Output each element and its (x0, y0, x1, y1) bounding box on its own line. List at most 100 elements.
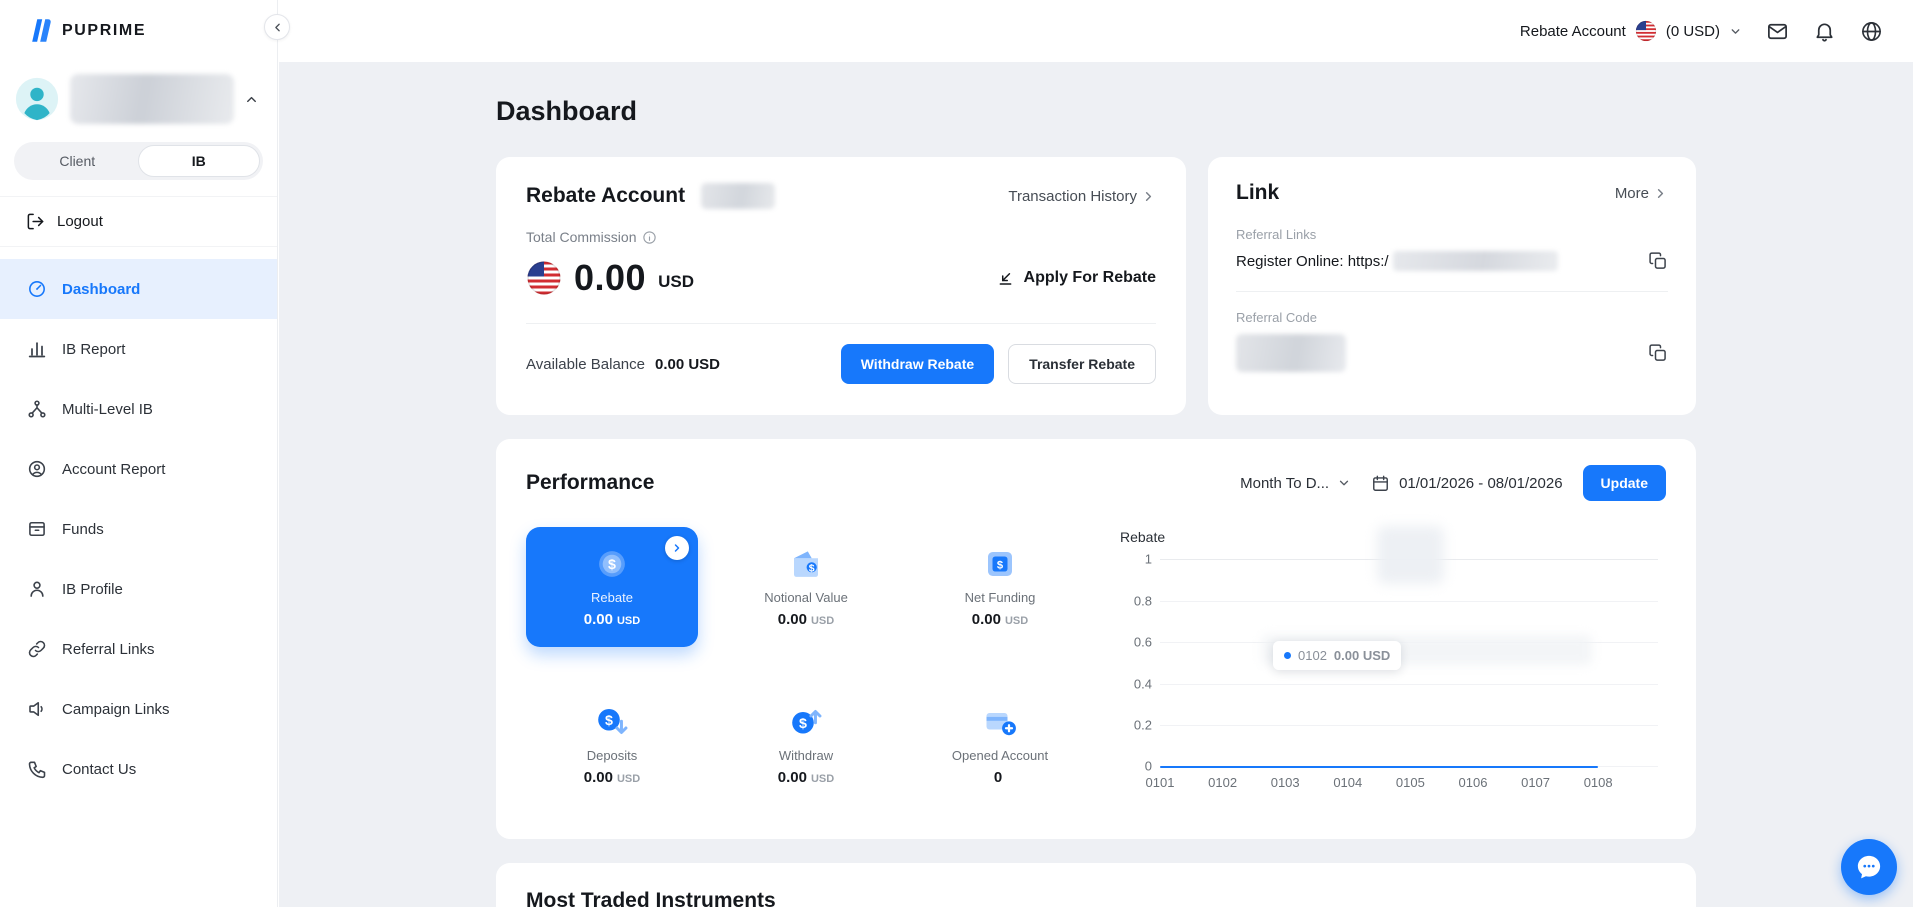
metric-notional-value[interactable]: $ Notional Value 0.00USD (720, 527, 892, 647)
referral-code-redacted (1236, 334, 1346, 372)
update-button[interactable]: Update (1583, 465, 1666, 501)
sidebar-item-label: Dashboard (62, 281, 140, 298)
calendar-icon (1371, 474, 1390, 493)
tooltip-value: 0.00 USD (1334, 648, 1390, 663)
x-tick: 0106 (1458, 775, 1488, 790)
sidebar-item-label: Campaign Links (62, 701, 170, 718)
chevron-right-icon (671, 542, 683, 554)
available-balance-label: Available Balance (526, 356, 645, 373)
y-tick: 0.6 (1120, 635, 1152, 650)
metric-label: Withdraw (779, 748, 833, 763)
metric-label: Opened Account (952, 748, 1048, 763)
period-select[interactable]: Month To D... (1240, 475, 1351, 492)
metric-arrow-button[interactable] (665, 536, 689, 560)
client-ib-toggle: Client IB (14, 142, 263, 180)
sidebar-item-label: Account Report (62, 461, 165, 478)
phone-icon (27, 759, 47, 779)
sidebar-item-label: IB Profile (62, 581, 123, 598)
most-traded-title: Most Traded Instruments (526, 889, 776, 907)
metrics-grid: $ Rebate 0.00USD $ Notional Value 0.00US… (526, 527, 1086, 817)
sidebar-item-funds[interactable]: Funds (0, 499, 277, 559)
referral-url-redacted (1393, 251, 1558, 271)
transfer-rebate-button[interactable]: Transfer Rebate (1008, 344, 1156, 384)
person-icon (27, 579, 47, 599)
chat-button[interactable] (1841, 839, 1897, 895)
metric-unit: USD (811, 615, 834, 627)
net-funding-icon: $ (982, 546, 1018, 582)
dashboard-gauge-icon (27, 279, 47, 299)
funds-box-icon (27, 519, 47, 539)
globe-icon[interactable] (1860, 20, 1883, 43)
divider (1236, 291, 1668, 292)
profile-name-redacted (70, 74, 234, 124)
metric-rebate[interactable]: $ Rebate 0.00USD (526, 527, 698, 647)
chevron-down-icon (1337, 476, 1351, 490)
metric-deposits[interactable]: $ Deposits 0.00USD (526, 685, 698, 805)
topbar: Rebate Account (0 USD) (279, 0, 1913, 62)
sidebar-item-label: Contact Us (62, 761, 136, 778)
toggle-client[interactable]: Client (17, 145, 138, 177)
logout-label: Logout (57, 213, 103, 230)
y-tick: 0 (1120, 759, 1152, 774)
metric-withdraw[interactable]: $ Withdraw 0.00USD (720, 685, 892, 805)
copy-icon[interactable] (1648, 251, 1668, 271)
logout-button[interactable]: Logout (0, 196, 277, 247)
rebate-series-line (1160, 766, 1598, 768)
withdraw-rebate-button[interactable]: Withdraw Rebate (841, 344, 994, 384)
date-range-value: 01/01/2026 - 08/01/2026 (1399, 475, 1562, 492)
more-link[interactable]: More (1615, 185, 1668, 202)
link-icon (27, 639, 47, 659)
gridline (1160, 725, 1658, 726)
sidebar-collapse-button[interactable] (264, 14, 290, 40)
performance-title: Performance (526, 471, 654, 495)
sidebar-item-contact-us[interactable]: Contact Us (0, 739, 277, 799)
sidebar-item-label: Referral Links (62, 641, 155, 658)
profile-row[interactable] (0, 48, 277, 124)
y-tick: 0.4 (1120, 677, 1152, 692)
chart-tooltip: 0102 0.00 USD (1273, 641, 1401, 670)
megaphone-icon (27, 699, 47, 719)
sidebar-nav: Dashboard IB Report Multi-Level IB Accou… (0, 259, 277, 799)
sidebar-item-account-report[interactable]: Account Report (0, 439, 277, 499)
sidebar-item-campaign-links[interactable]: Campaign Links (0, 679, 277, 739)
bell-icon[interactable] (1813, 20, 1836, 43)
account-balance: (0 USD) (1666, 23, 1720, 40)
gridline (1160, 601, 1658, 602)
rebate-account-card: Rebate Account Transaction History Total… (496, 157, 1186, 415)
referral-links-label: Referral Links (1236, 227, 1668, 242)
transaction-history-link[interactable]: Transaction History (1008, 188, 1156, 205)
apply-for-rebate-link[interactable]: Apply For Rebate (996, 269, 1156, 288)
x-tick: 0102 (1208, 775, 1238, 790)
rebate-card-title: Rebate Account (526, 184, 685, 208)
metric-value: 0.00 (584, 769, 613, 786)
sidebar-item-multi-level-ib[interactable]: Multi-Level IB (0, 379, 277, 439)
sidebar-item-dashboard[interactable]: Dashboard (0, 259, 277, 319)
sidebar-item-ib-report[interactable]: IB Report (0, 319, 277, 379)
mail-icon[interactable] (1766, 20, 1789, 43)
svg-text:$: $ (809, 562, 815, 574)
sidebar-item-ib-profile[interactable]: IB Profile (0, 559, 277, 619)
avatar (14, 76, 60, 122)
account-selector[interactable]: Rebate Account (0 USD) (1520, 20, 1742, 42)
us-flag-icon (526, 260, 562, 296)
link-card: Link More Referral Links Register Online… (1208, 157, 1696, 415)
toggle-ib[interactable]: IB (138, 145, 261, 177)
total-commission-amount: 0.00 (574, 257, 646, 299)
metric-value: 0.00 (584, 611, 613, 628)
sidebar-item-referral-links[interactable]: Referral Links (0, 619, 277, 679)
metric-unit: USD (617, 773, 640, 785)
performance-card: Performance Month To D... 01/01/2026 - 0… (496, 439, 1696, 839)
date-range-picker[interactable]: 01/01/2026 - 08/01/2026 (1371, 474, 1562, 493)
total-commission-currency: USD (658, 272, 694, 292)
account-number-redacted (701, 183, 775, 209)
metric-opened-account[interactable]: Opened Account 0 (914, 685, 1086, 805)
chevron-up-icon[interactable] (244, 92, 259, 107)
metric-net-funding[interactable]: $ Net Funding 0.00USD (914, 527, 1086, 647)
x-tick: 0105 (1395, 775, 1425, 790)
copy-icon[interactable] (1648, 343, 1668, 363)
page-title: Dashboard (496, 96, 1696, 127)
info-icon[interactable] (642, 230, 657, 245)
hierarchy-icon (27, 399, 47, 419)
metric-unit: USD (811, 773, 834, 785)
metric-label: Notional Value (764, 590, 848, 605)
